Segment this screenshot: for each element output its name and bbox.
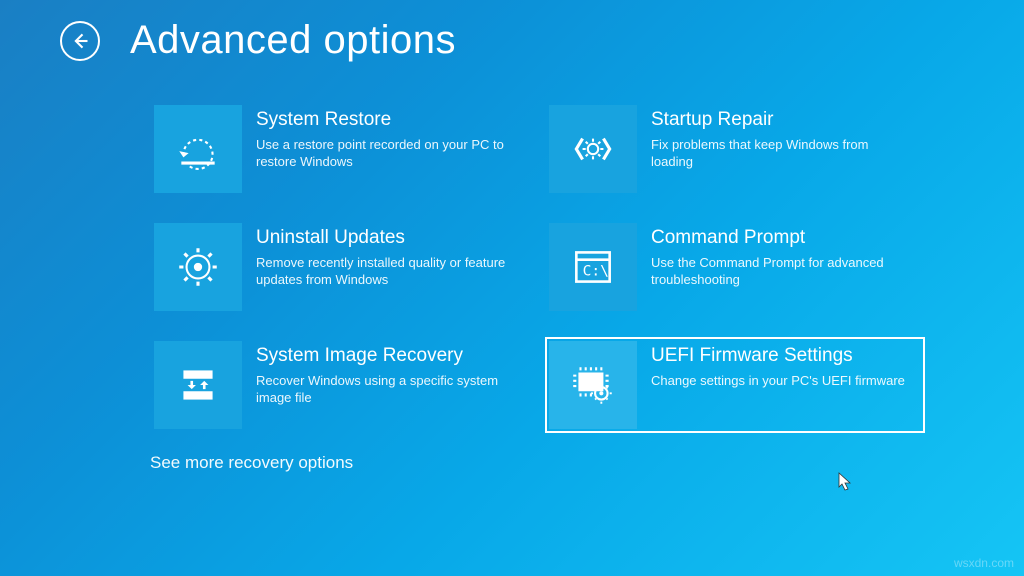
tile-command-prompt[interactable]: C:\ Command Prompt Use the Command Promp… <box>545 219 925 315</box>
tile-title: UEFI Firmware Settings <box>651 345 905 368</box>
uninstall-updates-icon <box>154 223 242 311</box>
command-prompt-icon: C:\ <box>549 223 637 311</box>
tile-desc: Use a restore point recorded on your PC … <box>256 136 516 171</box>
tile-system-restore[interactable]: System Restore Use a restore point recor… <box>150 101 530 197</box>
tile-title: System Restore <box>256 109 516 132</box>
mouse-cursor-icon <box>838 472 852 492</box>
tile-uefi-firmware-settings[interactable]: UEFI Firmware Settings Change settings i… <box>545 337 925 433</box>
back-button[interactable] <box>60 21 100 61</box>
system-image-recovery-icon <box>154 341 242 429</box>
tile-system-image-recovery[interactable]: System Image Recovery Recover Windows us… <box>150 337 530 433</box>
tile-desc: Change settings in your PC's UEFI firmwa… <box>651 372 905 390</box>
svg-text:C:\: C:\ <box>583 262 609 279</box>
system-restore-icon <box>154 105 242 193</box>
watermark: wsxdn.com <box>954 556 1014 570</box>
see-more-recovery-options-link[interactable]: See more recovery options <box>0 433 1024 473</box>
tile-desc: Recover Windows using a specific system … <box>256 372 516 407</box>
page-title: Advanced options <box>130 18 456 63</box>
tile-title: Uninstall Updates <box>256 227 516 250</box>
tile-title: Startup Repair <box>651 109 911 132</box>
uefi-firmware-icon <box>549 341 637 429</box>
tile-title: Command Prompt <box>651 227 911 250</box>
tile-startup-repair[interactable]: Startup Repair Fix problems that keep Wi… <box>545 101 925 197</box>
options-grid: System Restore Use a restore point recor… <box>0 63 1024 433</box>
arrow-left-icon <box>70 31 90 51</box>
tile-desc: Remove recently installed quality or fea… <box>256 254 516 289</box>
tile-uninstall-updates[interactable]: Uninstall Updates Remove recently instal… <box>150 219 530 315</box>
startup-repair-icon <box>549 105 637 193</box>
tile-desc: Fix problems that keep Windows from load… <box>651 136 911 171</box>
tile-desc: Use the Command Prompt for advanced trou… <box>651 254 911 289</box>
tile-title: System Image Recovery <box>256 345 516 368</box>
